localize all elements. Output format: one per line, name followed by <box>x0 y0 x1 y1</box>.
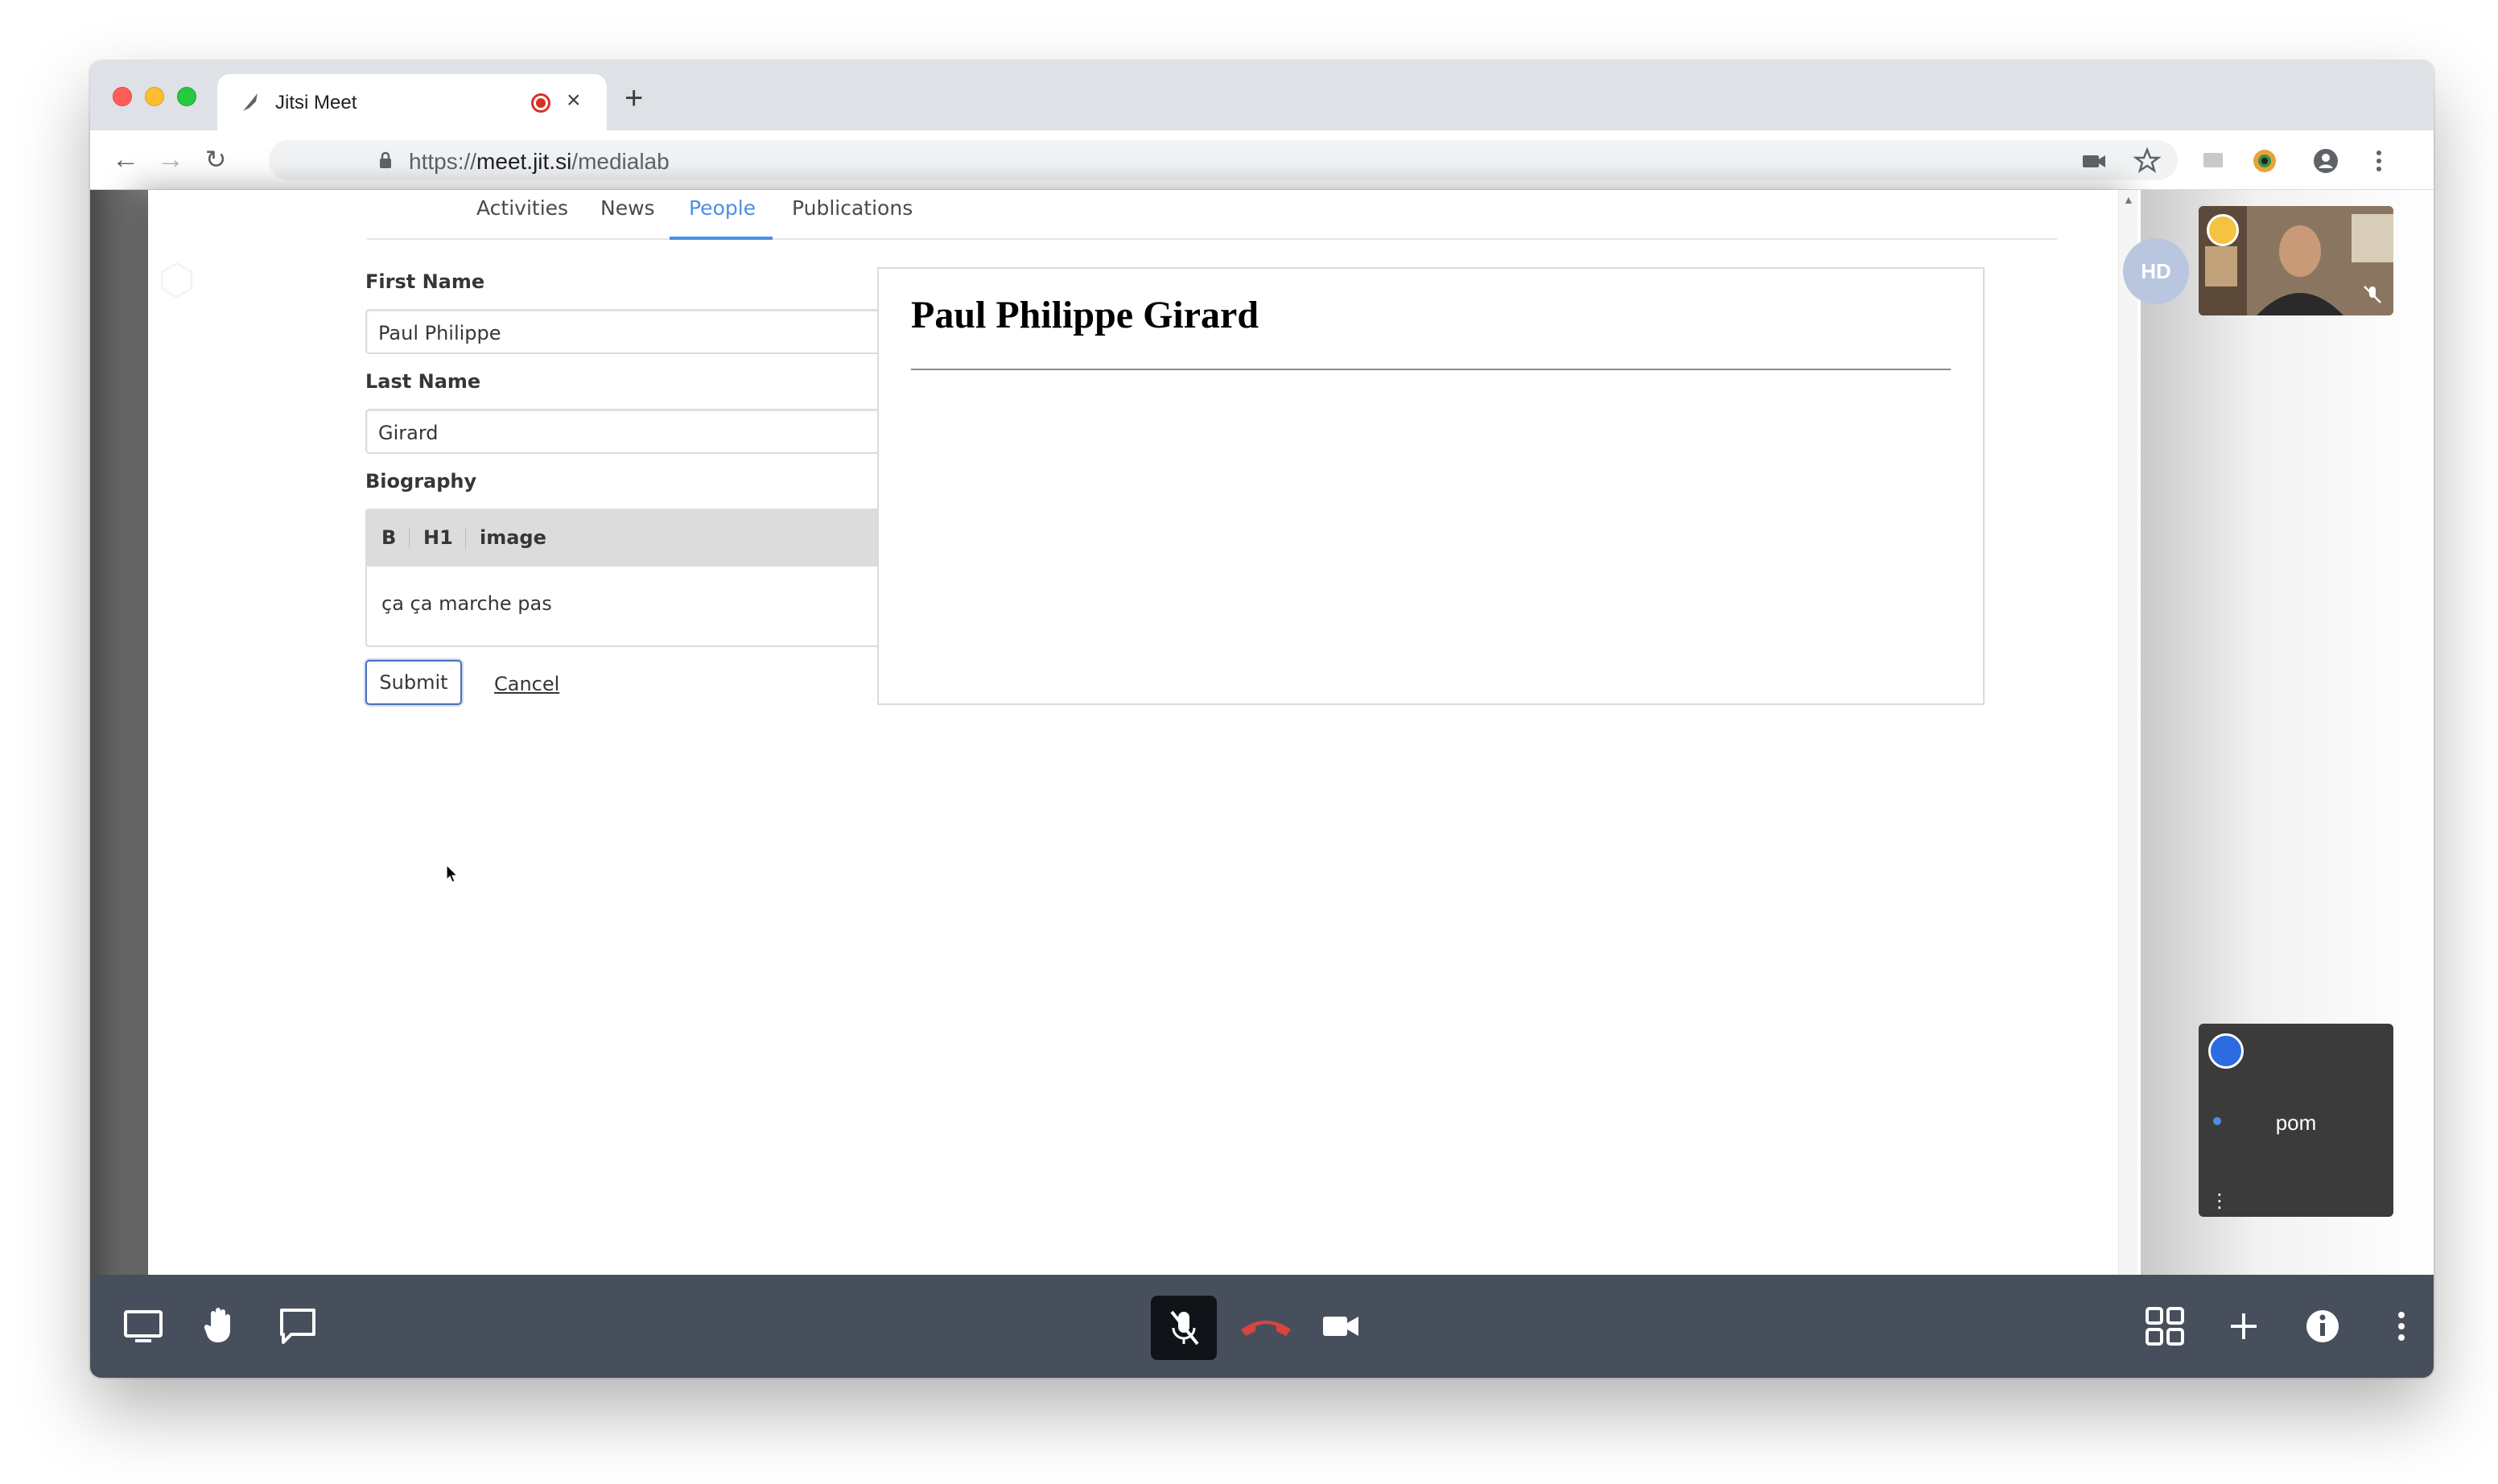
browser-tab[interactable]: Jitsi Meet × <box>217 74 607 130</box>
mouse-cursor-icon <box>446 864 459 883</box>
address-bar[interactable]: https://meet.jit.si/medialab <box>269 140 2178 180</box>
biography-text[interactable]: ça ça marche pas <box>381 592 552 615</box>
tab-strip: Jitsi Meet × + <box>90 61 2434 130</box>
meeting-viewport: ⬡ Activities News People Publications Fi… <box>90 190 2434 1378</box>
remote-video-thumbnail[interactable] <box>2199 206 2393 315</box>
cancel-link[interactable]: Cancel <box>494 673 559 695</box>
jitsi-favicon-icon <box>243 93 258 111</box>
back-icon[interactable]: ← <box>109 143 142 175</box>
close-tab-icon[interactable]: × <box>567 89 581 113</box>
screen-share-icon[interactable] <box>121 1304 166 1349</box>
close-window-button[interactable] <box>113 87 132 106</box>
image-button[interactable]: image <box>480 526 546 549</box>
camera-permission-icon[interactable] <box>2078 145 2110 177</box>
minimize-window-button[interactable] <box>145 87 164 106</box>
forward-icon[interactable]: → <box>155 143 187 175</box>
profile-avatar-icon[interactable] <box>2310 145 2342 177</box>
more-options-icon[interactable] <box>2379 1304 2424 1349</box>
preview-divider <box>911 369 1951 370</box>
info-icon[interactable] <box>2300 1304 2345 1349</box>
submit-button[interactable]: Submit <box>365 660 462 705</box>
tile-menu-icon[interactable]: ⋮ <box>2210 1189 2229 1213</box>
tab-title: Jitsi Meet <box>275 92 357 113</box>
editor-divider <box>465 528 466 549</box>
recording-indicator-icon <box>531 93 550 113</box>
active-tab-indicator <box>670 237 773 240</box>
hangup-icon[interactable] <box>1238 1305 1294 1350</box>
biography-editor[interactable]: B H1 image ça ça marche pas <box>365 509 901 647</box>
tab-people[interactable]: People <box>689 196 756 220</box>
dominant-speaker-icon <box>2207 214 2239 246</box>
color-extension-icon[interactable] <box>2249 145 2281 177</box>
video-quality-badge[interactable]: HD <box>2123 238 2189 304</box>
first-name-label: First Name <box>365 270 485 293</box>
jitsi-watermark-icon: ⬡ <box>158 254 196 305</box>
browser-menu-icon[interactable] <box>2363 145 2395 177</box>
chat-icon[interactable] <box>275 1304 320 1349</box>
tab-news[interactable]: News <box>600 196 655 220</box>
participant-avatar <box>2208 1033 2244 1069</box>
camera-icon[interactable] <box>1318 1304 1363 1349</box>
participant-name: pom <box>2275 1111 2317 1135</box>
maximize-window-button[interactable] <box>177 87 196 106</box>
invite-icon[interactable] <box>2221 1304 2266 1349</box>
meeting-toolbar <box>90 1275 2434 1378</box>
shared-screen: ⬡ Activities News People Publications Fi… <box>148 190 2141 1378</box>
microphone-muted-icon <box>1170 1310 1199 1346</box>
local-participant-tile[interactable]: pom ⋮ <box>2199 1024 2393 1217</box>
biography-label: Biography <box>365 470 477 493</box>
tab-publications[interactable]: Publications <box>792 196 913 220</box>
mute-microphone-button[interactable] <box>1151 1296 1217 1360</box>
preview-title: Paul Philippe Girard <box>911 294 1259 336</box>
last-name-input[interactable]: Girard <box>365 409 901 454</box>
url-text: https://meet.jit.si/medialab <box>409 149 670 174</box>
muted-mic-icon <box>2364 286 2381 303</box>
page-nav-tabs: Activities News People Publications <box>367 190 2057 240</box>
editor-divider <box>409 528 410 549</box>
first-name-input[interactable]: Paul Philippe <box>365 309 901 354</box>
new-tab-button[interactable]: + <box>624 82 643 114</box>
last-name-label: Last Name <box>365 370 481 393</box>
editor-toolbar: B H1 image <box>367 510 900 567</box>
browser-toolbar: ← → ↻ https://meet.jit.si/medialab <box>90 130 2434 190</box>
lock-icon <box>380 151 391 168</box>
tab-activities[interactable]: Activities <box>476 196 568 220</box>
reload-icon[interactable]: ↻ <box>200 143 232 175</box>
heading-button[interactable]: H1 <box>423 526 453 549</box>
raise-hand-icon[interactable] <box>198 1302 243 1347</box>
browser-window: Jitsi Meet × + ← → ↻ https://meet.jit.si… <box>90 61 2434 1378</box>
tile-view-icon[interactable] <box>2142 1304 2187 1349</box>
bookmark-star-icon[interactable] <box>2131 145 2163 177</box>
shared-page-scrollbar[interactable] <box>2118 190 2137 1378</box>
bold-button[interactable]: B <box>381 526 396 549</box>
scroll-up-icon[interactable]: ▲ <box>2123 193 2134 206</box>
cast-extension-icon[interactable] <box>2197 145 2229 177</box>
stage-shadow <box>90 190 148 1378</box>
bio-preview-panel: Paul Philippe Girard <box>877 267 1985 705</box>
